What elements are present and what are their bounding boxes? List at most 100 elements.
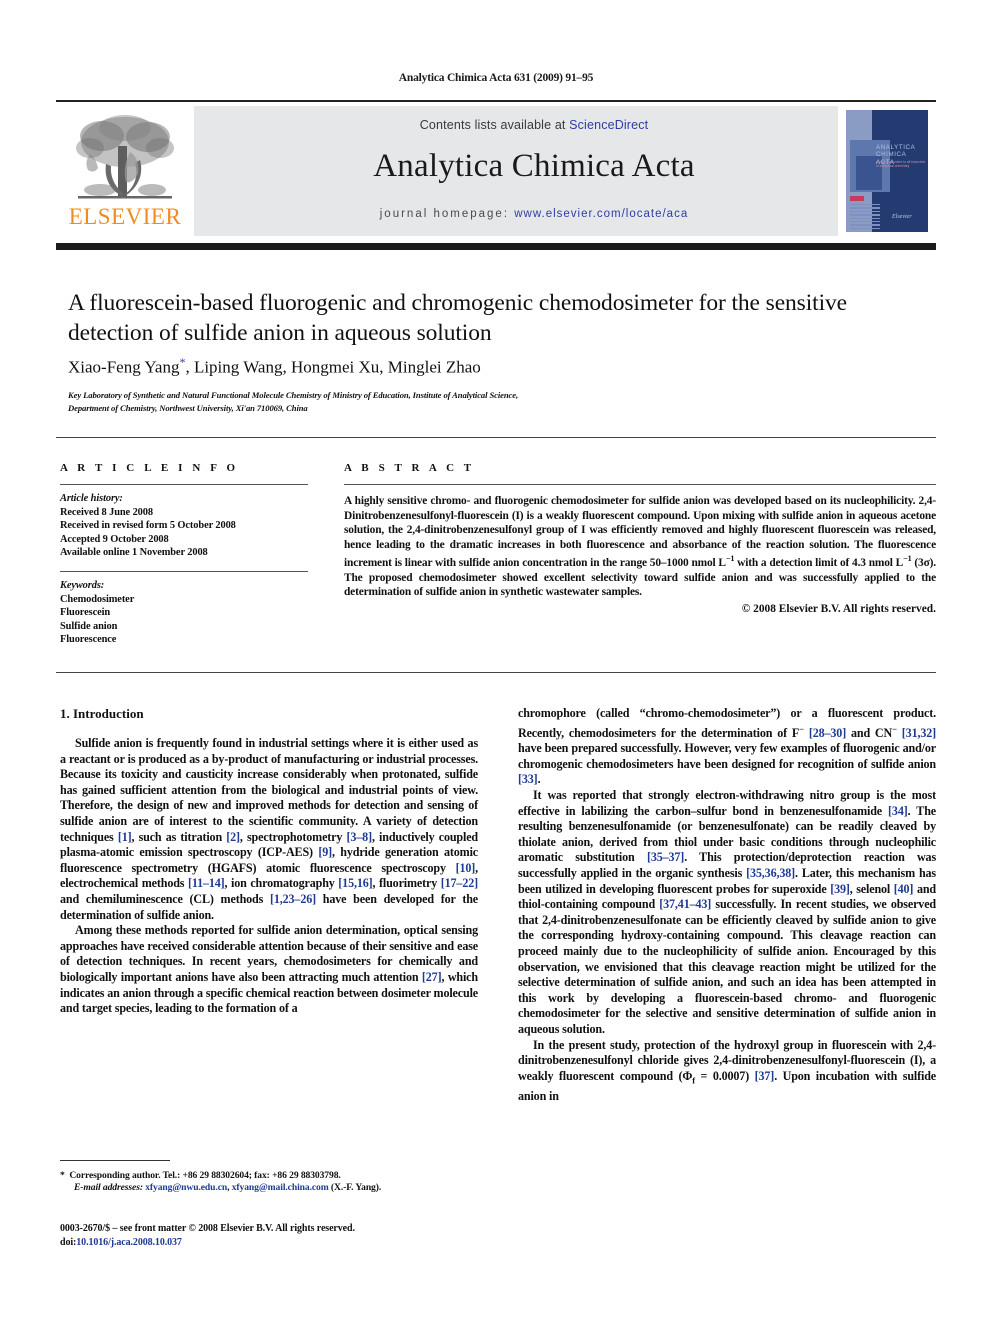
cover-text-lines <box>850 204 880 231</box>
article-info-heading: A R T I C L E I N F O <box>60 462 239 474</box>
section-heading-introduction: 1. Introduction <box>60 706 144 721</box>
text-run: and CN <box>846 725 893 740</box>
paragraph: Among these methods reported for sulfide… <box>60 923 478 1017</box>
journal-masthead: ELSEVIER Contents lists available at Sci… <box>56 106 936 236</box>
citation-ref[interactable]: [1,23–26] <box>270 892 316 906</box>
affiliation: Key Laboratory of Synthetic and Natural … <box>68 389 898 414</box>
citation-ref[interactable]: [17–22] <box>441 876 478 890</box>
text-run: , fluorimetry <box>372 876 441 891</box>
affiliation-line-2: Department of Chemistry, Northwest Unive… <box>68 402 308 413</box>
text-run: Sulfide anion is frequently found in ind… <box>60 736 478 844</box>
abstract-heading: A B S T R A C T <box>344 462 475 474</box>
elsevier-wordmark: ELSEVIER <box>68 204 182 229</box>
cover-subtitle: A journal devoted to all branches of ana… <box>876 160 926 168</box>
journal-title: Analytica Chimica Acta <box>373 148 695 184</box>
citation-ref[interactable]: [37] <box>755 1069 775 1083</box>
cover-accent-box <box>850 196 864 201</box>
header-rule <box>56 100 936 102</box>
authors-remaining: , Liping Wang, Hongmei Xu, Minglei Zhao <box>185 357 481 377</box>
affiliation-line-1: Key Laboratory of Synthetic and Natural … <box>68 390 519 400</box>
author-first: Xiao-Feng Yang <box>68 357 180 377</box>
homepage-label: journal homepage: <box>379 208 510 220</box>
citation-ref[interactable]: [1] <box>118 830 132 844</box>
page-title: A fluorescein-based fluorogenic and chro… <box>68 290 847 346</box>
text-run: and chemiluminescence (CL) methods <box>60 891 270 906</box>
body-column-right: chromophore (called “chromo-chemodosimet… <box>518 706 936 1104</box>
citation-ref[interactable]: [39] <box>830 882 850 896</box>
paragraph: chromophore (called “chromo-chemodosimet… <box>518 706 936 788</box>
footnote-block: * Corresponding author. Tel.: +86 29 883… <box>60 1170 478 1195</box>
citation-ref[interactable]: [3–8] <box>347 830 373 844</box>
superscript-charge: − <box>892 723 897 734</box>
body-column-left: 1. Introduction Sulfide anion is frequen… <box>60 706 478 1017</box>
footnote-marker: * <box>60 1170 65 1181</box>
homepage-link[interactable]: www.elsevier.com/locate/aca <box>514 208 688 220</box>
paragraph: Sulfide anion is frequently found in ind… <box>60 736 478 923</box>
email-label: E-mail addresses: <box>74 1182 143 1194</box>
text-run: . <box>537 772 541 787</box>
text-run: Among these methods reported for sulfide… <box>60 923 478 984</box>
running-head: Analytica Chimica Acta 631 (2009) 91–95 <box>398 72 594 84</box>
article-history-block: Article history: Received 8 June 2008 Re… <box>60 492 308 560</box>
masthead-bottom-rule <box>56 243 936 250</box>
text-run: successfully. In recent studies, we obse… <box>518 897 936 1036</box>
footnote-contact: Corresponding author. Tel.: +86 29 88302… <box>69 1170 341 1181</box>
email-owner: (X.-F. Yang). <box>328 1182 382 1194</box>
history-item: Available online 1 November 2008 <box>60 547 208 559</box>
citation-ref[interactable]: [33] <box>518 772 538 786</box>
citation-ref[interactable]: [28–30] <box>809 726 846 740</box>
citation-ref[interactable]: [9] <box>318 845 332 859</box>
history-item: Received 8 June 2008 <box>60 506 153 518</box>
text-run: It was reported that strongly electron-w… <box>518 788 936 818</box>
keywords-rule <box>60 570 308 572</box>
doi-label: doi: <box>60 1236 77 1248</box>
keyword-item: Fluorescein <box>60 607 111 619</box>
sciencedirect-link[interactable]: ScienceDirect <box>569 118 648 132</box>
contents-prefix: Contents lists available at <box>419 118 570 132</box>
citation-ref[interactable]: [27] <box>422 970 442 984</box>
article-info-column: A R T I C L E I N F O Article history: R… <box>60 462 308 647</box>
article-info-rule <box>60 484 308 485</box>
imprint-block: 0003-2670/$ – see front matter © 2008 El… <box>60 1222 490 1249</box>
text-run: , ion chromatography <box>224 876 339 891</box>
elsevier-tree-icon <box>76 115 174 199</box>
text-run: = 0.0007) <box>695 1068 755 1083</box>
contents-available-line: Contents lists available at ScienceDirec… <box>194 118 874 132</box>
cover-art: ANALYTICA CHIMICA ACTA A journal devoted… <box>846 110 928 232</box>
keyword-item: Sulfide anion <box>60 620 118 632</box>
keywords-label: Keywords: <box>60 579 105 591</box>
article-history-label: Article history: <box>60 493 123 504</box>
journal-cover-thumbnail[interactable]: ANALYTICA CHIMICA ACTA A journal devoted… <box>838 106 936 236</box>
email-link-1[interactable]: xfyang@nwu.edu.cn <box>145 1182 227 1193</box>
citation-ref[interactable]: [35–37] <box>647 850 684 864</box>
citation-ref[interactable]: [10] <box>456 861 476 875</box>
cover-imprint: Elsevier <box>892 214 912 220</box>
footnote-emails: E-mail addresses: xfyang@nwu.edu.cn, xfy… <box>60 1182 478 1194</box>
history-item: Accepted 9 October 2008 <box>60 533 169 545</box>
keywords-block: Keywords: Chemodosimeter Fluorescein Sul… <box>60 579 308 647</box>
text-run: , such as titration <box>131 829 227 844</box>
abstract-part-2: with a detection limit of 4.3 nmol L <box>734 557 904 570</box>
doi-link[interactable]: 10.1016/j.aca.2008.10.037 <box>76 1237 182 1248</box>
abstract-rule <box>344 484 936 485</box>
email-link-2[interactable]: xfyang@mail.china.com <box>232 1182 329 1193</box>
footnote-corresponding: * Corresponding author. Tel.: +86 29 883… <box>60 1170 478 1182</box>
journal-homepage-line: journal homepage: www.elsevier.com/locat… <box>194 208 874 220</box>
citation-ref[interactable]: [40] <box>894 882 914 896</box>
footnote-rule <box>60 1160 170 1161</box>
keyword-item: Fluorescence <box>60 634 117 646</box>
citation-ref[interactable]: [11–14] <box>188 876 225 890</box>
citation-ref[interactable]: [31,32] <box>902 726 936 740</box>
elsevier-logo[interactable]: ELSEVIER <box>62 108 188 234</box>
author-list: Xiao-Feng Yang*, Liping Wang, Hongmei Xu… <box>68 355 888 378</box>
citation-ref[interactable]: [2] <box>226 830 240 844</box>
citation-ref[interactable]: [34] <box>888 804 908 818</box>
citation-ref[interactable]: [15,16] <box>338 876 372 890</box>
citation-ref[interactable]: [35,36,38] <box>746 866 795 880</box>
text-run: , selenol <box>849 881 894 896</box>
citation-ref[interactable]: [37,41–43] <box>659 897 711 911</box>
abstract-bottom-rule <box>56 672 936 674</box>
text-run: , spectrophotometry <box>239 829 347 844</box>
paragraph: It was reported that strongly electron-w… <box>518 788 936 1038</box>
issn-line: 0003-2670/$ – see front matter © 2008 El… <box>60 1223 355 1234</box>
